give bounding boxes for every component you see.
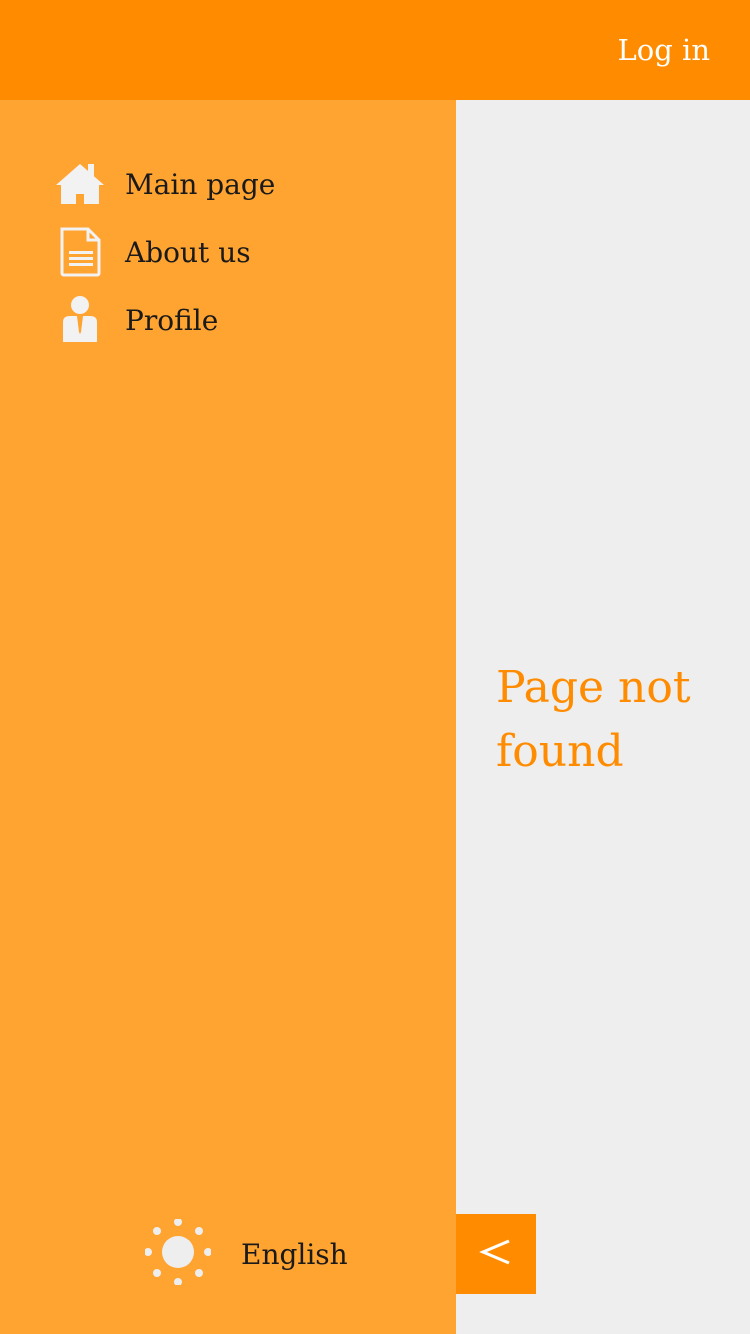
sidebar-item-label: Profile <box>125 303 219 337</box>
main-content: Page not found <box>456 100 750 1334</box>
sidebar-item-label: About us <box>125 235 251 269</box>
sidebar-item-label: Main page <box>125 167 276 201</box>
top-bar: Log in <box>0 0 750 100</box>
page-not-found-message: Page not found <box>496 662 691 777</box>
home-icon <box>55 159 105 209</box>
person-icon <box>55 295 105 345</box>
document-icon <box>55 227 105 277</box>
collapse-sidebar-button[interactable] <box>456 1214 536 1294</box>
sun-icon <box>144 1218 212 1289</box>
chevron-left-icon <box>479 1235 513 1273</box>
language-selector[interactable]: English <box>144 1218 348 1289</box>
sidebar-item-profile[interactable]: Profile <box>55 295 218 345</box>
language-label: English <box>241 1237 348 1271</box>
app-root: Log in Main page About us Profile Englis… <box>0 0 750 1334</box>
sidebar: Main page About us Profile English <box>0 100 456 1334</box>
sidebar-item-about-us[interactable]: About us <box>55 227 251 277</box>
sidebar-item-main-page[interactable]: Main page <box>55 159 275 209</box>
login-link[interactable]: Log in <box>618 30 710 70</box>
